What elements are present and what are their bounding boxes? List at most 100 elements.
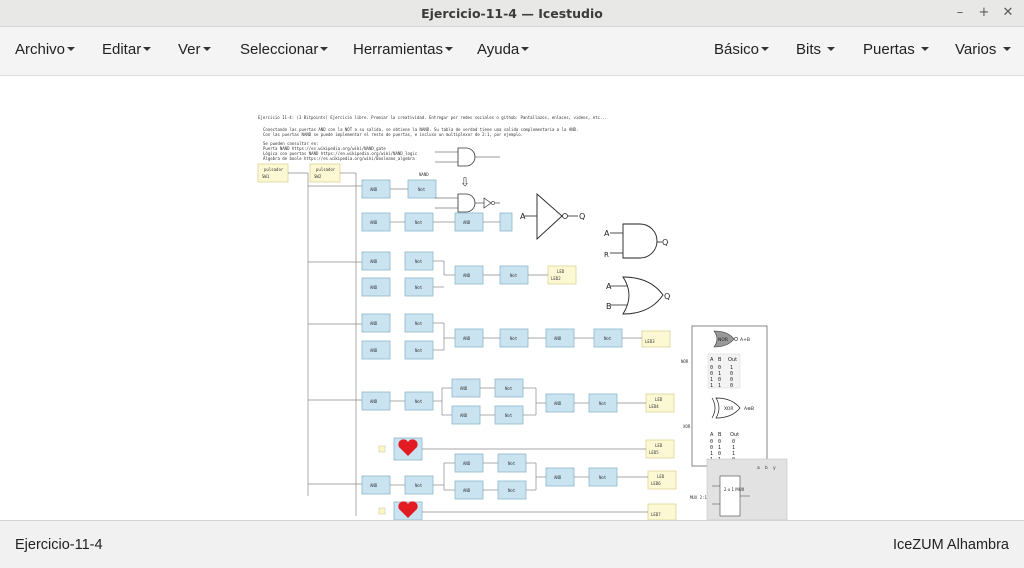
led-3[interactable]: LED3 [641,330,671,348]
pulsador-sw1-label: pulsador [264,167,284,172]
not-block-label: Not [415,259,423,264]
and-block[interactable]: AND [361,475,391,495]
and-block[interactable]: AND [361,313,391,333]
and-block[interactable]: AND [545,467,575,487]
and-block-label: AND [463,488,471,493]
and-block[interactable]: AND [454,453,484,473]
menu-varios[interactable]: Varios [955,41,1011,58]
xor-header-out: Out [730,432,739,438]
not-block[interactable]: Not [588,467,618,487]
not-block[interactable]: Not [404,475,434,495]
menu-seleccionar[interactable]: Seleccionar [240,41,329,58]
not-block-label: Not [508,461,516,466]
led-4[interactable]: LED LED4 [645,393,675,413]
not-block-label: Not [415,348,423,353]
not-block[interactable]: Not [494,378,524,398]
and-block[interactable]: AND [451,378,481,398]
not-block-label: Not [599,475,607,480]
menu-ver[interactable]: Ver [178,41,211,58]
led-5[interactable]: LED LED5 [645,439,675,459]
not-block[interactable]: Not [497,453,527,473]
header-line-1: Ejercicio 11-4: (3 Bitpoints) Ejercicio … [258,115,607,120]
pulsador-sw1[interactable]: pulsador SW1 [257,163,289,183]
nor-image: NOR A+B A B Out 0 0 1 0 1 0 1 0 0 1 1 0 … [691,325,768,467]
menu-varios-label: Varios [955,41,997,58]
not-block[interactable]: Not [404,340,434,360]
caret-down-icon [761,47,770,52]
nor-gate-text: NOR [718,337,728,343]
not-block[interactable] [499,212,513,232]
nand-label: NAND [419,172,429,177]
not-block[interactable]: Not [497,480,527,500]
not-block[interactable]: Not [404,313,434,333]
minimize-icon[interactable]: – [952,3,968,21]
menu-bits-label: Bits [796,41,822,58]
gate-input-b: B [606,302,612,311]
not-block[interactable]: Not [588,393,618,413]
and-block[interactable]: AND [545,393,575,413]
menu-herramientas[interactable]: Herramientas [353,41,454,58]
and-block[interactable]: AND [454,212,484,232]
nor-header-out: Out [728,357,737,363]
and-block[interactable]: AND [454,265,484,285]
gate-output-q: Q [662,238,668,247]
circuit-diagram[interactable]: Ejercicio 11-4: (3 Bitpoints) Ejercicio … [0,76,1024,520]
caret-down-icon [521,47,530,52]
caret-down-icon [827,47,836,52]
and-block[interactable]: AND [545,328,575,348]
and-block[interactable]: AND [454,480,484,500]
not-block-label: Not [415,483,423,488]
led-6[interactable]: LED LED6 [647,470,677,490]
and-block[interactable]: AND [451,405,481,425]
not-block[interactable]: Not [407,179,437,199]
led-title: LED [655,443,663,448]
pulsador-sw2[interactable]: pulsador SW2 [309,163,341,183]
not-block[interactable]: Not [499,265,529,285]
heart-icon[interactable] [393,437,423,461]
and-block-label: AND [463,220,471,225]
menu-puertas[interactable]: Puertas [863,41,929,58]
and-gate-big-symbol: A R Q [604,223,668,259]
and-block[interactable]: AND [361,179,391,199]
not-block[interactable]: Not [499,328,529,348]
led-6-label: LED6 [651,481,661,486]
input-pin[interactable] [378,445,386,453]
menu-archivo[interactable]: Archivo [15,41,76,58]
caret-down-icon [67,47,76,52]
led-2[interactable]: LED LED2 [547,265,577,285]
menu-bits[interactable]: Bits [796,41,836,58]
not-block-label: Not [599,401,607,406]
gate-output-q: Q [579,212,585,221]
input-pin[interactable] [378,507,386,515]
and-block[interactable]: AND [361,277,391,297]
gate-input-r: R [604,251,609,259]
not-block[interactable]: Not [593,328,623,348]
caret-down-icon [920,47,929,52]
and-block[interactable]: AND [361,212,391,232]
not-block[interactable]: Not [404,277,434,297]
menu-basico[interactable]: Básico [714,41,770,58]
not-block[interactable]: Not [404,251,434,271]
arrow-down-icon: ⇩ [460,175,470,189]
status-board-name[interactable]: IceZUM Alhambra [893,537,1009,553]
xor-output: A⊕B [744,406,754,412]
not-block[interactable]: Not [404,212,434,232]
and-block[interactable]: AND [361,340,391,360]
and-block[interactable]: AND [361,391,391,411]
xor-gate-text: XOR [724,406,733,412]
close-icon[interactable]: ✕ [1000,3,1016,21]
not-block[interactable]: Not [404,391,434,411]
heart-icon[interactable] [393,501,423,520]
menu-ayuda[interactable]: Ayuda [477,41,530,58]
not-block[interactable]: Not [494,405,524,425]
menu-editar[interactable]: Editar [102,41,152,58]
mux-header-y: y [773,466,776,471]
led-3-label: LED3 [645,339,655,344]
and-block[interactable]: AND [361,251,391,271]
maximize-icon[interactable]: + [976,3,992,21]
led-7[interactable]: LED7 [647,503,677,520]
nor-label: NOR [681,359,689,364]
not-block-label: Not [415,399,423,404]
and-block[interactable]: AND [454,328,484,348]
design-canvas[interactable]: Ejercicio 11-4: (3 Bitpoints) Ejercicio … [0,76,1024,520]
